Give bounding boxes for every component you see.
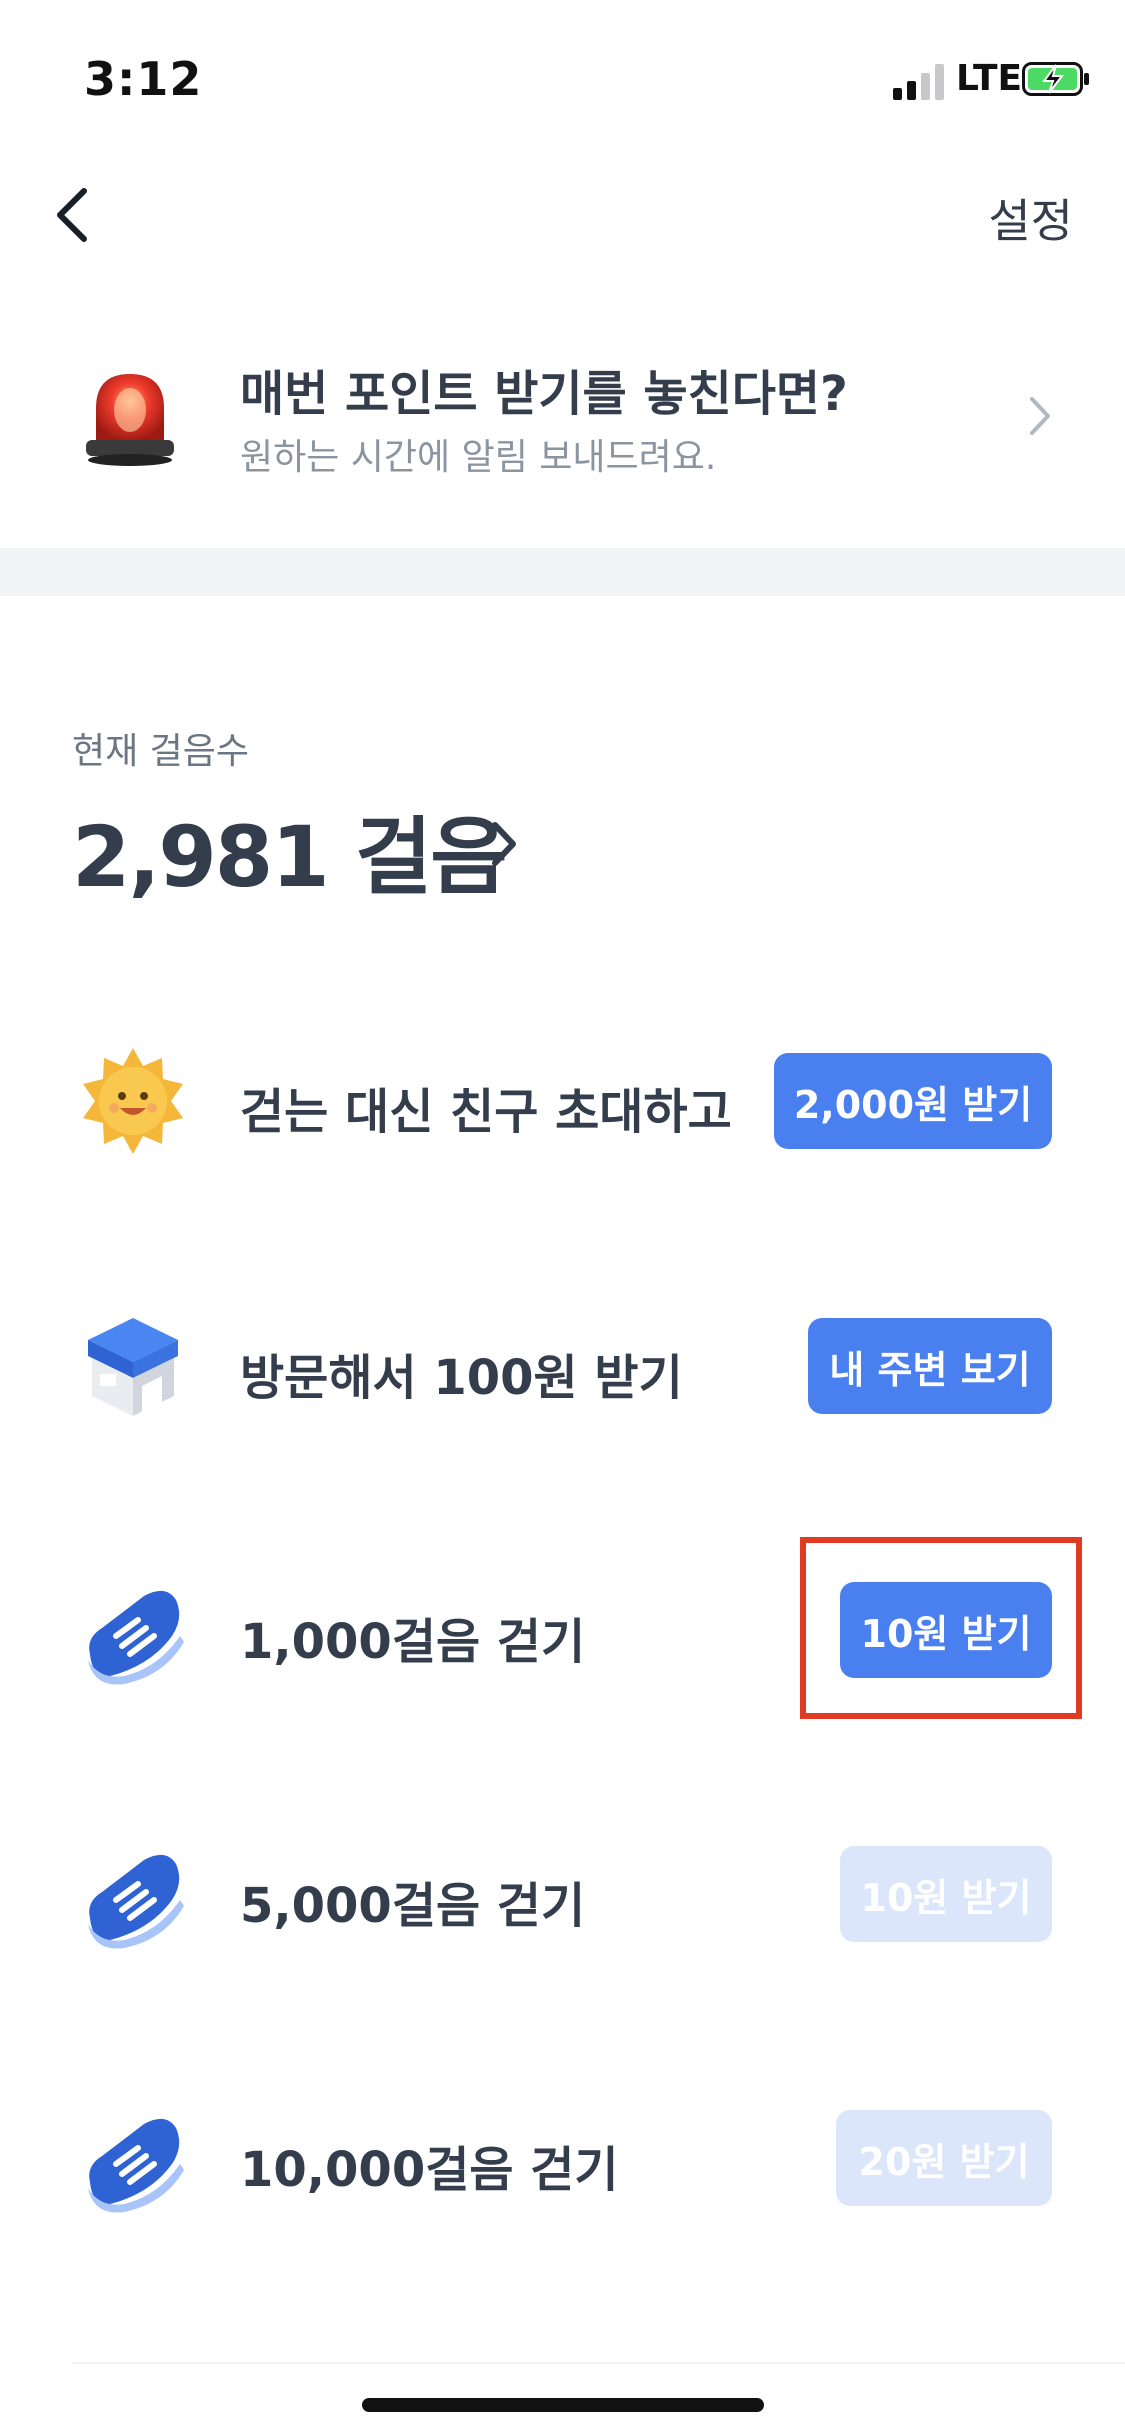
bottom-divider	[72, 2362, 1125, 2364]
home-indicator[interactable]	[362, 2398, 764, 2412]
nearby-button[interactable]: 내 주변 보기	[808, 1318, 1052, 1414]
chevron-right-icon	[1030, 397, 1050, 435]
sneaker-icon	[88, 1590, 184, 1685]
sun-icon	[83, 1048, 183, 1154]
settings-button[interactable]: 설정	[988, 185, 1073, 251]
back-chevron-icon[interactable]	[50, 185, 92, 245]
row-1000-steps-text: 1,000걸음 걷기	[240, 1614, 586, 1670]
invite-reward-button[interactable]: 2,000원 받기	[774, 1053, 1052, 1149]
claim-10000-steps-button[interactable]: 20원 받기	[836, 2110, 1052, 2206]
step-count-label: 현재 걸음수	[72, 731, 250, 772]
store-icon	[88, 1318, 178, 1416]
sneaker-icon	[88, 1854, 184, 1949]
network-type: LTE	[956, 58, 1023, 99]
row-10000-steps-text: 10,000걸음 걷기	[240, 2142, 619, 2198]
section-divider	[0, 548, 1125, 596]
step-count-value[interactable]: 2,981 걸음	[72, 790, 508, 911]
siren-icon	[86, 374, 174, 466]
row-invite-text: 걷는 대신 친구 초대하고	[240, 1084, 732, 1140]
status-time: 3:12	[84, 52, 203, 106]
chevron-right-icon[interactable]	[490, 820, 518, 868]
highlight-box	[800, 1537, 1082, 1719]
battery-charging-icon	[1022, 62, 1089, 96]
banner-subtitle: 원하는 시간에 알림 보내드려요.	[240, 437, 717, 478]
row-visit-text: 방문해서 100원 받기	[240, 1350, 683, 1406]
cellular-signal-icon	[893, 64, 944, 100]
sneaker-icon	[88, 2118, 184, 2213]
banner-title: 매번 포인트 받기를 놓친다면?	[240, 366, 848, 422]
row-5000-steps-text: 5,000걸음 걷기	[240, 1878, 586, 1934]
claim-5000-steps-button[interactable]: 10원 받기	[840, 1846, 1052, 1942]
